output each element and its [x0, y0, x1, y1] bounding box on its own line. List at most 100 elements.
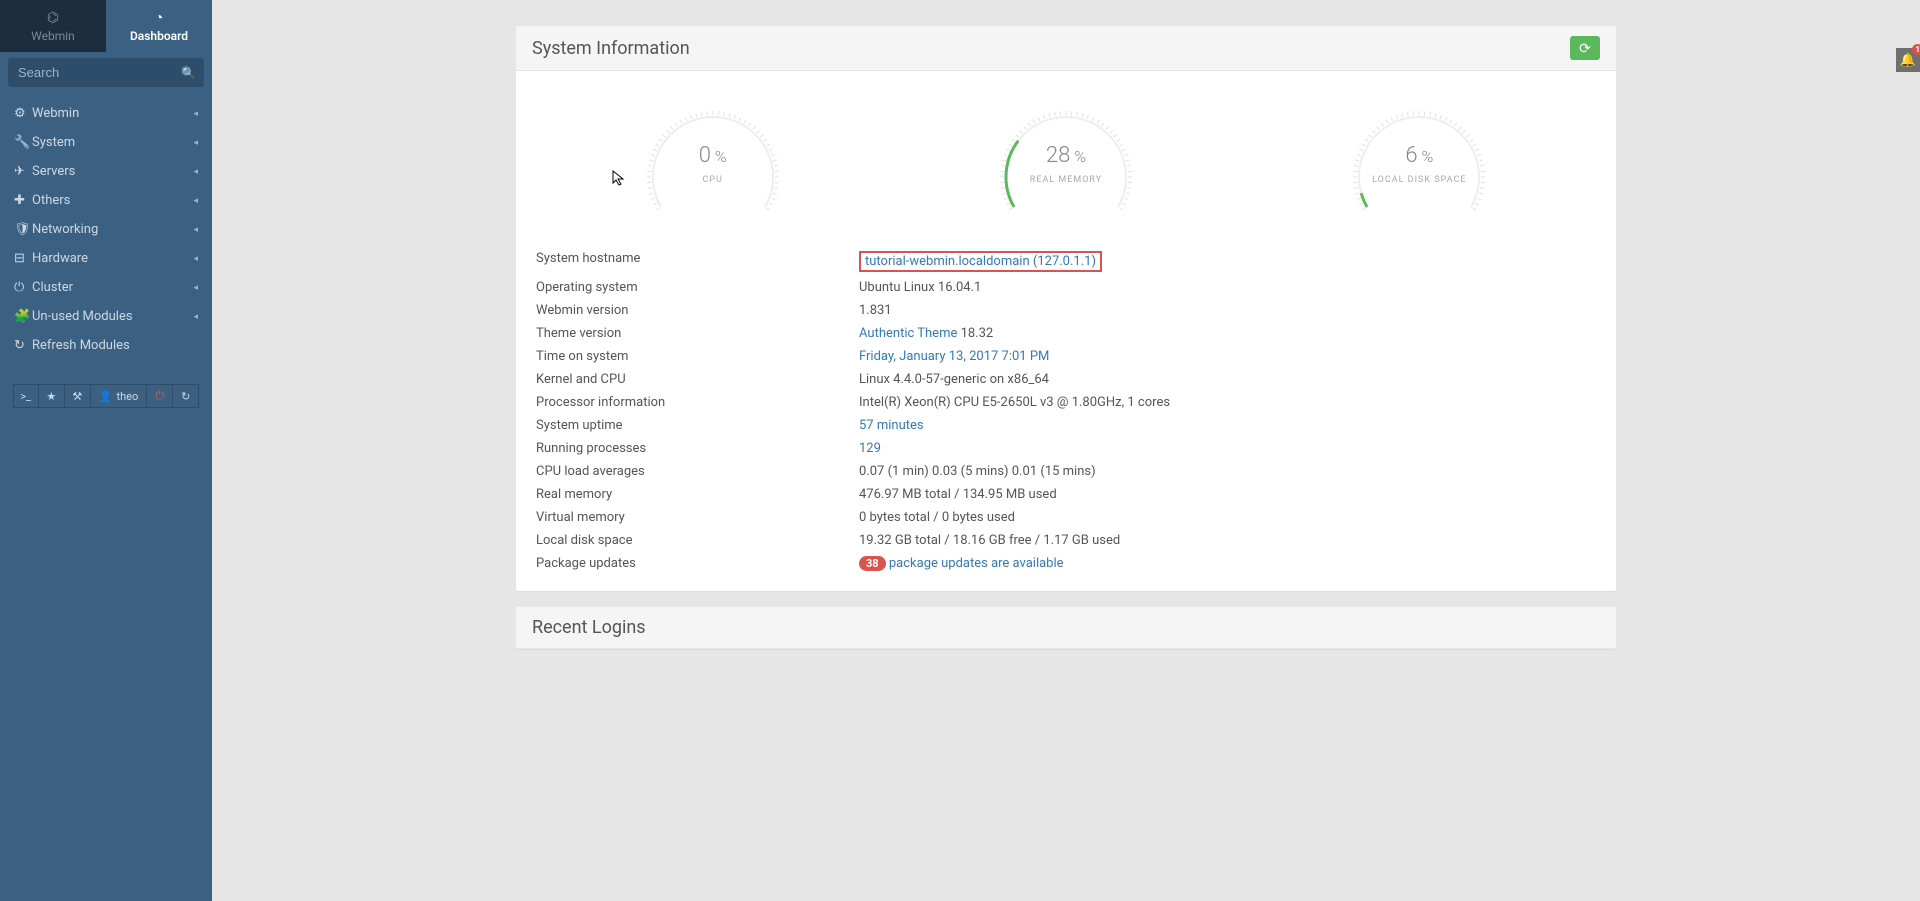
info-label: Processor information — [536, 395, 859, 410]
tab-webmin[interactable]: ⌬ Webmin — [0, 0, 106, 52]
nav-icon: ✈ — [14, 164, 32, 179]
info-value-text: Ubuntu Linux 16.04.1 — [859, 280, 981, 295]
recent-logins-panel: Recent Logins — [516, 607, 1616, 649]
info-row: System hostnametutorial-webmin.localdoma… — [536, 247, 1596, 276]
chevron-left-icon: ◂ — [193, 196, 198, 206]
chevron-left-icon: ◂ — [193, 167, 198, 177]
info-value-text: 0 bytes total / 0 bytes used — [859, 510, 1015, 525]
info-value-text: 1.831 — [859, 303, 892, 318]
chevron-left-icon: ◂ — [193, 225, 198, 235]
info-label: Webmin version — [536, 303, 859, 318]
nav-icon: 🧩 — [14, 309, 32, 324]
info-label: Package updates — [536, 556, 859, 571]
info-label: System hostname — [536, 251, 859, 272]
sidebar-item-cluster[interactable]: ⏻ Cluster ◂ — [0, 273, 212, 302]
info-row: Package updates38 package updates are av… — [536, 552, 1596, 575]
info-row: Processor informationIntel(R) Xeon(R) CP… — [536, 391, 1596, 414]
refresh-sysinfo-button[interactable]: ⟳ — [1570, 36, 1600, 60]
info-label: Running processes — [536, 441, 859, 456]
sysinfo-panel: System Information ⟳ 0 % CPU 28 % REAL M… — [516, 26, 1616, 591]
nav-icon: ↻ — [14, 338, 32, 353]
nav-label: Servers — [32, 164, 193, 179]
info-label: Real memory — [536, 487, 859, 502]
search-input[interactable] — [8, 58, 204, 87]
info-value-text: 476.97 MB total / 134.95 MB used — [859, 487, 1057, 502]
sidebar-item-others[interactable]: ✚ Others ◂ — [0, 186, 212, 215]
info-value-text: 19.32 GB total / 18.16 GB free / 1.17 GB… — [859, 533, 1120, 548]
nav-label: Refresh Modules — [32, 338, 198, 353]
search-wrap: 🔍 — [0, 52, 212, 93]
info-row: Local disk space19.32 GB total / 18.16 G… — [536, 529, 1596, 552]
gauge-cpu: 0 % CPU — [613, 97, 813, 217]
bottom-buttons: >_ ★ ⚒ 👤theo ⏻ ↻ — [0, 384, 212, 408]
refresh-icon: ⟳ — [1579, 40, 1591, 57]
gauge-value: 28 % — [986, 143, 1146, 168]
info-value-text: Intel(R) Xeon(R) CPU E5-2650L v3 @ 1.80G… — [859, 395, 1170, 410]
refresh-button[interactable]: ↻ — [173, 384, 199, 408]
info-label: Operating system — [536, 280, 859, 295]
nav-icon: ✚ — [14, 193, 32, 208]
nav-icon: 🔧 — [14, 135, 32, 150]
nav-label: Un-used Modules — [32, 309, 193, 324]
nav-label: Others — [32, 193, 193, 208]
sidebar-item-system[interactable]: 🔧 System ◂ — [0, 128, 212, 157]
gauge-value: 0 % — [633, 143, 793, 168]
nav-icon: ⊟ — [14, 251, 32, 266]
dashboard-icon: ◔ — [155, 9, 163, 26]
share-button[interactable]: ⚒ — [65, 384, 91, 408]
nav-label: Cluster — [32, 280, 193, 295]
bookmark-button[interactable]: ★ — [39, 384, 65, 408]
tab-dashboard[interactable]: ◔ Dashboard — [106, 0, 212, 52]
info-row: Kernel and CPULinux 4.4.0-57-generic on … — [536, 368, 1596, 391]
nav-icon: ⚙ — [14, 106, 32, 121]
info-value-link[interactable]: Authentic Theme — [859, 326, 957, 341]
webmin-logo-icon: ⌬ — [47, 10, 59, 26]
info-row: Virtual memory0 bytes total / 0 bytes us… — [536, 506, 1596, 529]
sidebar-item-refresh-modules[interactable]: ↻ Refresh Modules — [0, 331, 212, 360]
info-table: System hostnametutorial-webmin.localdoma… — [536, 247, 1596, 575]
chevron-left-icon: ◂ — [193, 138, 198, 148]
info-value-suffix: 18.32 — [957, 326, 993, 341]
info-value-link[interactable]: tutorial-webmin.localdomain (127.0.1.1) — [859, 251, 1102, 272]
info-label: CPU load averages — [536, 464, 859, 479]
info-row: CPU load averages0.07 (1 min) 0.03 (5 mi… — [536, 460, 1596, 483]
main: System Information ⟳ 0 % CPU 28 % REAL M… — [212, 0, 1920, 901]
notification-count: 1 — [1912, 44, 1920, 55]
notification-toggle[interactable]: 🔔 1 — [1896, 48, 1920, 72]
chevron-left-icon: ◂ — [193, 254, 198, 264]
nav-label: Webmin — [32, 106, 193, 121]
gauge-label: REAL MEMORY — [986, 175, 1146, 185]
info-row: Real memory476.97 MB total / 134.95 MB u… — [536, 483, 1596, 506]
info-value-link[interactable]: package updates are available — [889, 556, 1064, 571]
info-row: Webmin version1.831 — [536, 299, 1596, 322]
panel-header: Recent Logins — [516, 607, 1616, 649]
tab-label: Dashboard — [130, 29, 188, 43]
sidebar-item-servers[interactable]: ✈ Servers ◂ — [0, 157, 212, 186]
nav-icon: ⏻ — [14, 280, 32, 295]
gauge-value: 6 % — [1339, 143, 1499, 168]
sidebar-item-networking[interactable]: 🛡 Networking ◂ — [0, 215, 212, 244]
info-value-link[interactable]: 129 — [859, 441, 881, 456]
power-button[interactable]: ⏻ — [147, 384, 173, 408]
gauge-local-disk-space: 6 % LOCAL DISK SPACE — [1319, 97, 1519, 217]
info-value-text: 0.07 (1 min) 0.03 (5 mins) 0.01 (15 mins… — [859, 464, 1096, 479]
info-value-link[interactable]: Friday, January 13, 2017 7:01 PM — [859, 349, 1049, 364]
gauge-real-memory: 28 % REAL MEMORY — [966, 97, 1166, 217]
user-label: theo — [116, 390, 138, 403]
sidebar-item-webmin[interactable]: ⚙ Webmin ◂ — [0, 99, 212, 128]
info-label: Kernel and CPU — [536, 372, 859, 387]
gauge-label: CPU — [633, 175, 793, 185]
info-value-link[interactable]: 57 minutes — [859, 418, 924, 433]
update-count-badge: 38 — [859, 556, 886, 571]
info-row: System uptime57 minutes — [536, 414, 1596, 437]
user-button[interactable]: 👤theo — [91, 384, 147, 408]
sidebar-item-hardware[interactable]: ⊟ Hardware ◂ — [0, 244, 212, 273]
gauges-row: 0 % CPU 28 % REAL MEMORY 6 % LOCAL DISK … — [536, 97, 1596, 217]
info-label: Time on system — [536, 349, 859, 364]
info-row: Running processes129 — [536, 437, 1596, 460]
terminal-button[interactable]: >_ — [13, 384, 39, 408]
info-row: Operating systemUbuntu Linux 16.04.1 — [536, 276, 1596, 299]
info-row: Time on systemFriday, January 13, 2017 7… — [536, 345, 1596, 368]
sidebar-item-un-used-modules[interactable]: 🧩 Un-used Modules ◂ — [0, 302, 212, 331]
panel-title: System Information — [532, 38, 690, 59]
